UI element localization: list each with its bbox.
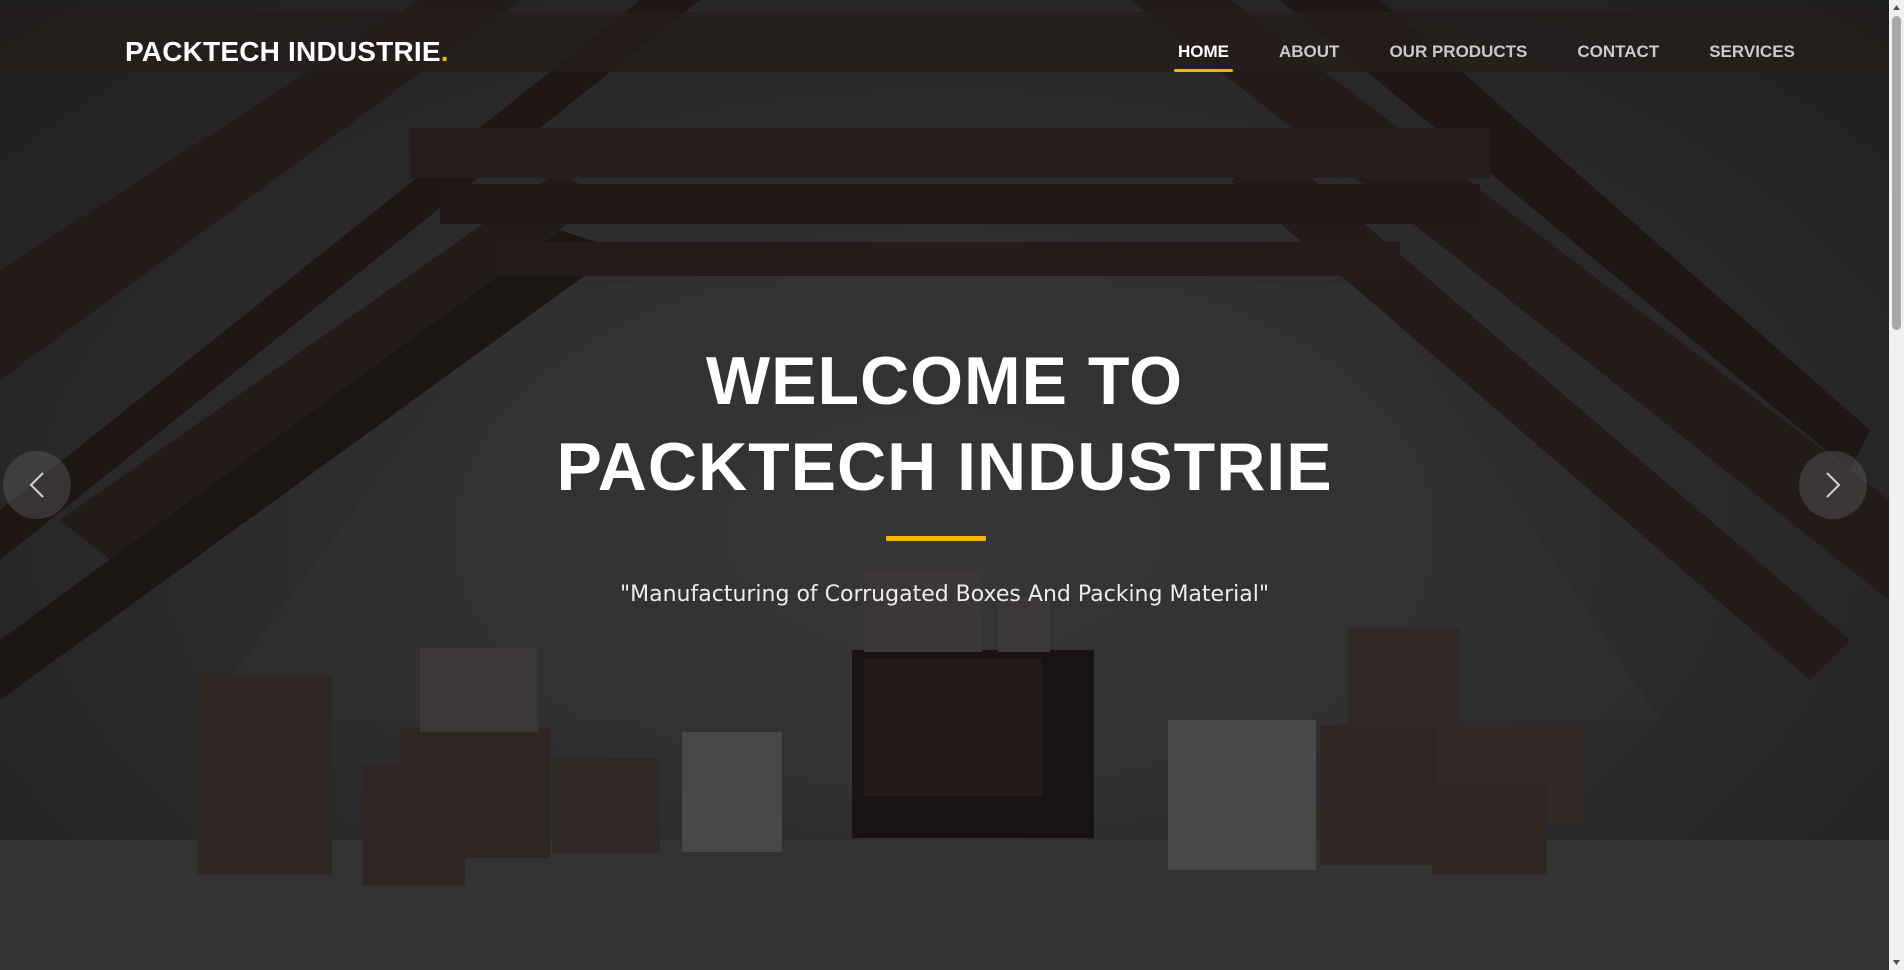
hero-headline-line1: WELCOME TO (705, 343, 1184, 419)
nav-services[interactable]: SERVICES (1705, 42, 1799, 72)
brand-logo[interactable]: PACKTECH INDUSTRIE. (125, 36, 449, 68)
hero-slider: PACKTECH INDUSTRIE. HOME ABOUT OUR PRODU… (0, 0, 1889, 970)
nav-about[interactable]: ABOUT (1275, 42, 1343, 72)
carousel-prev-button[interactable] (3, 451, 71, 519)
hero-headline-line2: PACKTECH INDUSTRIE (556, 429, 1333, 505)
nav-home[interactable]: HOME (1174, 42, 1233, 72)
scroll-thumb[interactable] (1892, 16, 1901, 330)
carousel-next-button[interactable] (1799, 451, 1867, 519)
main-nav: HOME ABOUT OUR PRODUCTS CONTACT SERVICES (1174, 42, 1841, 72)
hero-tagline: "Manufacturing of Corrugated Boxes And P… (620, 582, 1269, 607)
brand-name: PACKTECH INDUSTRIE (125, 36, 441, 67)
scroll-up-arrow-icon[interactable] (1889, 0, 1904, 15)
brand-dot: . (440, 36, 449, 67)
chevron-left-icon (29, 472, 44, 498)
scroll-down-arrow-icon[interactable] (1889, 955, 1904, 970)
chevron-right-icon (1826, 472, 1841, 498)
hero-headline: WELCOME TO PACKTECH INDUSTRIE (0, 338, 1889, 510)
headline-divider (886, 536, 986, 541)
nav-contact[interactable]: CONTACT (1573, 42, 1663, 72)
nav-our-products[interactable]: OUR PRODUCTS (1385, 42, 1531, 72)
page-scrollbar[interactable] (1889, 0, 1904, 970)
